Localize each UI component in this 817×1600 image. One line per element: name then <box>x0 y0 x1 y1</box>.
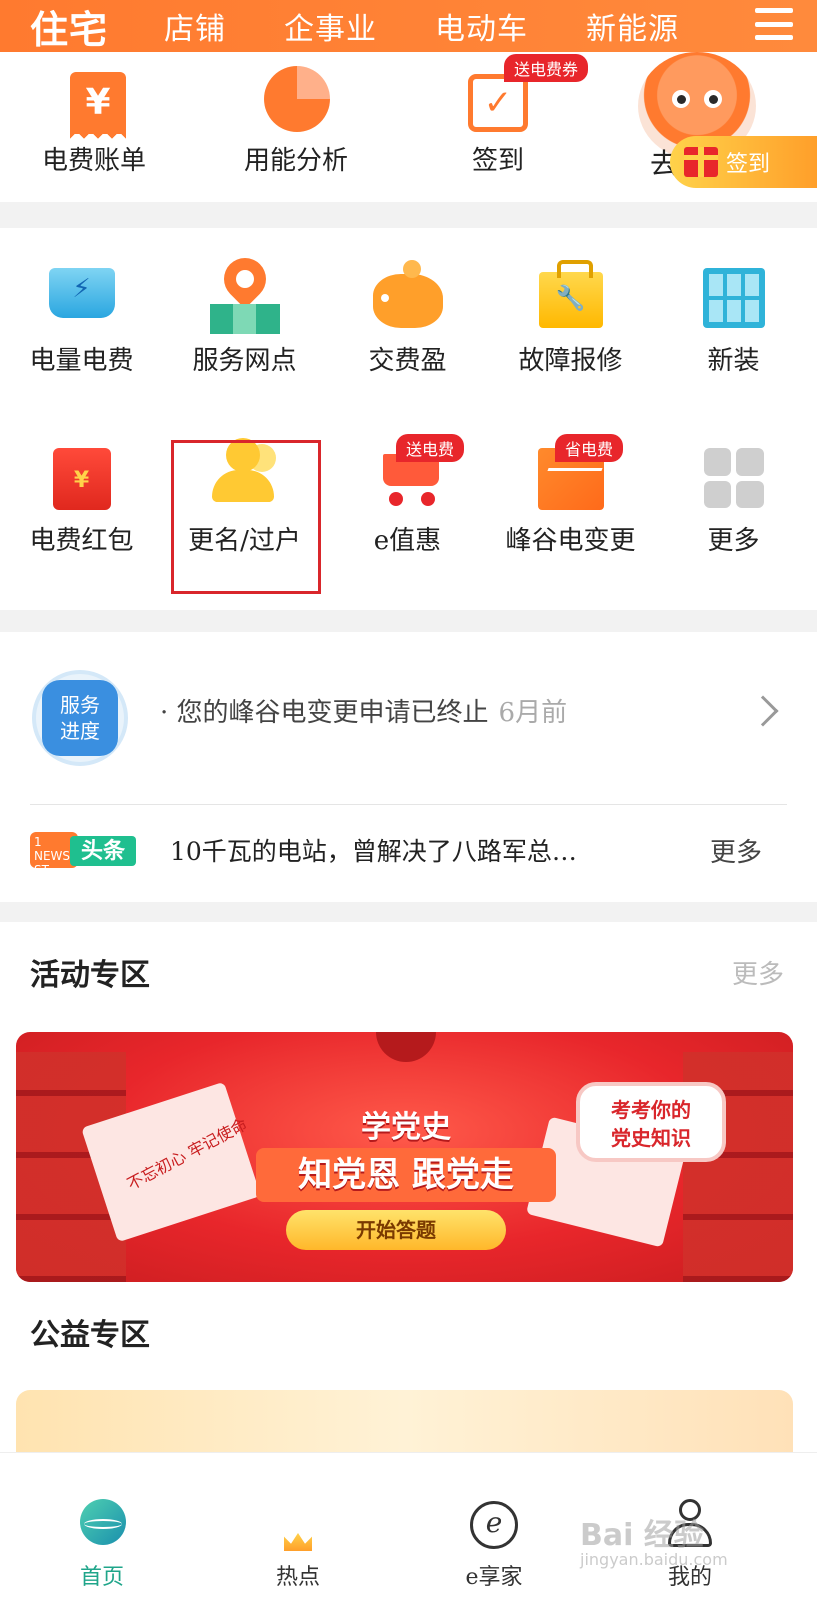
grid-more-icon <box>703 448 764 508</box>
gift-icon <box>684 147 718 177</box>
quick-action-bill[interactable]: ¥ 电费账单 <box>4 52 184 192</box>
pie-chart-icon <box>264 66 330 132</box>
promo-badge: 送电费券 <box>504 54 589 82</box>
banner-subtitle: 知党恩 跟党走 <box>256 1148 556 1202</box>
service-outlets[interactable]: 服务网点 <box>163 228 326 398</box>
activity-banner[interactable]: 不忘初心 牢记使命 考考你的 党史知识 学党史 知党恩 跟党走 开始答题 <box>16 1032 793 1282</box>
baidu-watermark: Bai 经验 jingyan.baidu.com <box>580 1518 728 1569</box>
service-label: 电量电费 <box>29 346 134 376</box>
map-pin-icon <box>209 249 280 334</box>
crown-icon <box>284 1533 312 1551</box>
tab-new-energy[interactable]: 新能源 <box>586 4 679 48</box>
quick-action-label: 用能分析 <box>243 146 348 176</box>
quick-action-signin[interactable]: 送电费券 签到 <box>408 52 589 192</box>
banner-title: 学党史 <box>361 1110 451 1145</box>
headline-news-logo: 1 NEWS ST 头条 <box>30 832 140 877</box>
service-repair[interactable]: 故障报修 <box>489 228 652 398</box>
red-envelope-icon <box>52 448 111 510</box>
tab-residential[interactable]: 住宅 <box>30 0 108 54</box>
service-label: 交费盈 <box>368 346 447 376</box>
activity-section: 活动专区 更多 不忘初心 牢记使命 考考你的 党史知识 学党史 知党恩 跟党走 … <box>0 922 817 1292</box>
e-leaf-icon: e <box>470 1501 518 1549</box>
bill-icon: ¥ <box>70 72 126 144</box>
service-payment[interactable]: 交费盈 <box>326 228 489 398</box>
service-progress-card: 服务 进度 · 您的峰谷电变更申请已终止 6月前 1 NEWS ST 头条 10千瓦… <box>0 632 817 902</box>
service-label: 峰谷电变更 <box>505 526 636 556</box>
news-logo-label: 头条 <box>70 836 136 866</box>
news-headline[interactable]: 10千瓦的电站，曾解决了八路军总… <box>170 832 577 868</box>
nav-label: 热点 <box>275 1565 320 1590</box>
piggy-bank-icon <box>372 260 443 328</box>
progress-message[interactable]: · 您的峰谷电变更申请已终止 6月前 <box>160 692 567 729</box>
tab-enterprise[interactable]: 企事业 <box>284 4 377 48</box>
service-label: e值惠 <box>373 526 442 556</box>
tab-electric-vehicle[interactable]: 电动车 <box>435 4 528 48</box>
start-quiz-button[interactable]: 开始答题 <box>286 1210 506 1250</box>
quick-action-label: 电费账单 <box>41 146 146 176</box>
progress-time: 6月前 <box>498 698 568 728</box>
promo-badge: 送电费 <box>396 434 465 462</box>
nav-home[interactable]: 首页 <box>0 1453 204 1600</box>
mascot-eye <box>672 90 690 108</box>
section-title: 公益专区 <box>30 1318 150 1353</box>
nav-label: 首页 <box>79 1565 124 1590</box>
nav-label: e享家 <box>465 1565 523 1590</box>
power-screen-icon <box>48 268 115 318</box>
news-more-link[interactable]: 更多 <box>710 832 762 869</box>
service-red-envelope[interactable]: 电费红包 <box>0 408 163 578</box>
quick-action-energy-analysis[interactable]: 用能分析 <box>206 52 386 192</box>
tab-shop[interactable]: 店铺 <box>164 4 226 48</box>
service-power-fee[interactable]: 电量电费 <box>0 228 163 398</box>
progress-badge-text: 服务 进度 <box>42 680 118 756</box>
menu-icon[interactable] <box>755 8 793 40</box>
activity-more-link[interactable]: 更多 <box>732 954 784 991</box>
service-more[interactable]: 更多 <box>652 408 815 578</box>
charity-section: 公益专区 <box>0 1290 817 1460</box>
toolbox-icon <box>538 260 603 328</box>
service-label: 服务网点 <box>192 346 297 376</box>
nav-hot[interactable]: 热点 <box>196 1453 400 1600</box>
service-label: 更多 <box>707 526 760 556</box>
service-label: 新装 <box>707 346 760 376</box>
divider <box>30 804 787 805</box>
mascot-eye <box>704 90 722 108</box>
progress-text: · 您的峰谷电变更申请已终止 <box>160 698 489 728</box>
service-label: 故障报修 <box>518 346 623 376</box>
charity-banner[interactable] <box>16 1390 793 1460</box>
service-progress-badge[interactable]: 服务 进度 <box>32 670 128 766</box>
chevron-right-icon[interactable] <box>747 695 779 727</box>
signin-label: 签到 <box>726 152 771 177</box>
highlight-box <box>171 440 321 594</box>
service-new-install[interactable]: 新装 <box>652 228 815 398</box>
top-category-tabs: 住宅 店铺 企事业 电动车 新能源 <box>0 0 817 52</box>
nav-e-home[interactable]: e e享家 <box>392 1453 596 1600</box>
signin-button[interactable]: 签到 <box>670 136 817 188</box>
promo-badge: 省电费 <box>555 434 624 462</box>
service-peak-valley[interactable]: 省电费 峰谷电变更 <box>489 408 652 578</box>
lamp-illustration <box>376 1032 436 1062</box>
quiz-speech-bubble: 考考你的 党史知识 <box>576 1082 726 1162</box>
calendar-check-icon <box>468 74 528 132</box>
section-title: 活动专区 <box>30 958 150 993</box>
globe-icon <box>80 1499 126 1545</box>
quick-action-label: 签到 <box>471 146 524 176</box>
service-label: 电费红包 <box>29 526 134 556</box>
service-e-value[interactable]: 送电费 e值惠 <box>326 408 489 578</box>
solar-panel-icon <box>702 268 765 328</box>
service-grid: 电量电费 服务网点 交费盈 故障报修 新装 电费红包 更名/过户 送电费 e值惠… <box>0 228 817 610</box>
